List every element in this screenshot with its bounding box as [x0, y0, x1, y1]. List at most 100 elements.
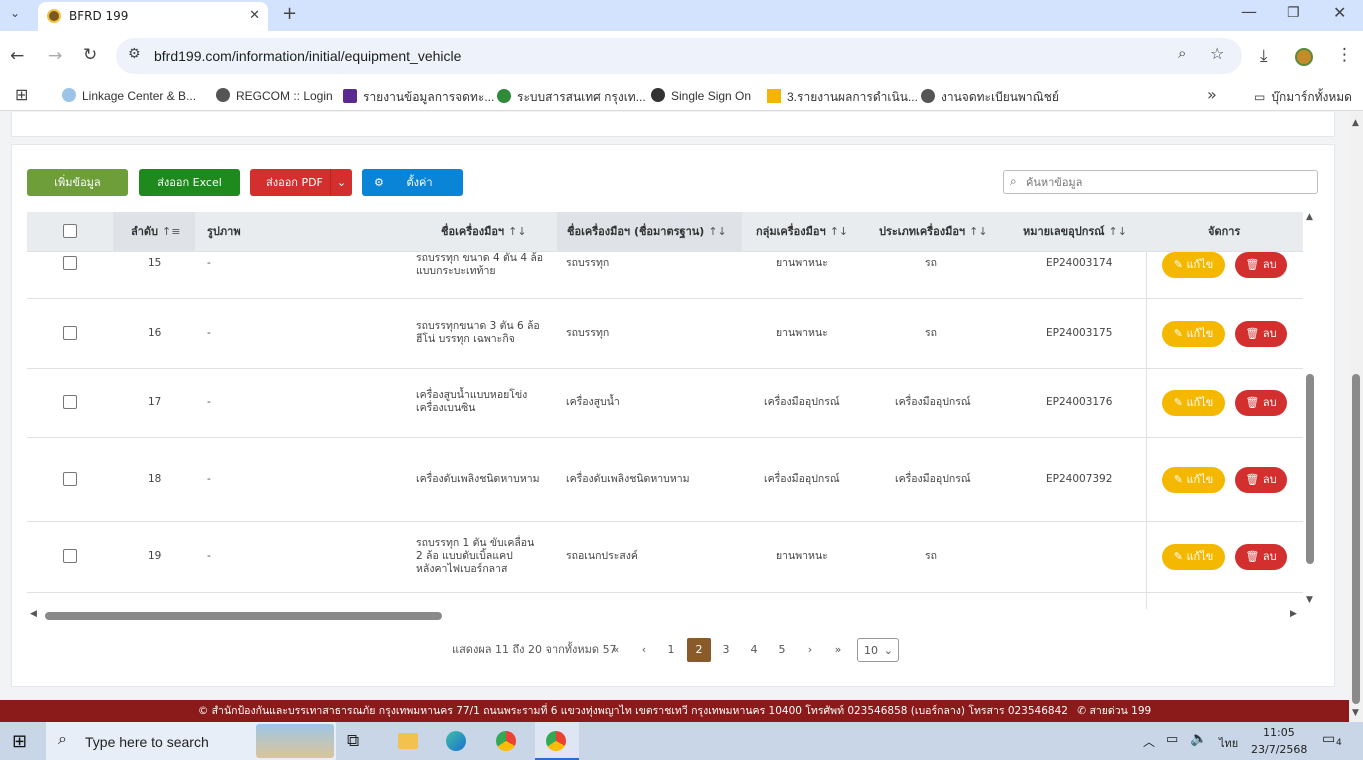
language-indicator[interactable]: ไทย — [1219, 734, 1238, 752]
table-horizontal-scroll-thumb[interactable] — [45, 612, 442, 620]
chrome-icon[interactable] — [496, 731, 516, 751]
chevron-down-icon[interactable]: ⌄ — [330, 169, 352, 196]
page-button-3[interactable]: 3 — [716, 638, 736, 662]
row-checkbox[interactable] — [63, 395, 77, 409]
network-icon[interactable]: ▭ — [1166, 732, 1178, 747]
search-box[interactable]: ⌕ — [1003, 170, 1318, 194]
bookmark-item[interactable]: Single Sign On — [651, 88, 751, 103]
search-input[interactable] — [1026, 174, 1306, 191]
delete-button[interactable]: 🗑 ลบ — [1235, 252, 1287, 278]
menu-dots-icon[interactable]: ⋮ — [1336, 47, 1353, 64]
download-icon[interactable]: ⤓ — [1260, 48, 1268, 65]
page-button-5[interactable]: 5 — [772, 638, 792, 662]
row-checkbox[interactable] — [63, 472, 77, 486]
site-footer: © สำนักป้องกันและบรรเทาสาธารณภัย กรุงเทพ… — [0, 700, 1349, 722]
file-explorer-icon[interactable] — [398, 733, 418, 749]
page-scrollbar[interactable]: ▲ ▼ — [1349, 112, 1363, 722]
taskbar-search[interactable]: ⌕ Type here to search — [46, 722, 336, 760]
export-pdf-button[interactable]: ส่งออก PDF ⌄ — [250, 169, 352, 196]
page-button-1[interactable]: 1 — [661, 638, 681, 662]
add-button[interactable]: เพิ่มข้อมูล — [27, 169, 128, 196]
scroll-up-icon[interactable]: ▲ — [1306, 212, 1313, 222]
bookmarks-bar: ⊞ Linkage Center & B... REGCOM :: Login … — [0, 81, 1363, 111]
first-page-button[interactable]: « — [606, 638, 626, 662]
prev-page-button[interactable]: ‹ — [634, 638, 654, 662]
next-page-button[interactable]: › — [800, 638, 820, 662]
more-bookmarks-icon[interactable]: » — [1207, 87, 1217, 103]
minimize-icon[interactable]: — — [1241, 4, 1257, 20]
sort-asc-icon: ↑≡ — [162, 225, 181, 238]
delete-button[interactable]: 🗑 ลบ — [1235, 467, 1287, 493]
scroll-down-icon[interactable]: ▼ — [1306, 595, 1313, 605]
cell-name: รถบรรทุกขนาด 3 ตัน 6 ล้อ ฮีโน่ บรรทุก เฉ… — [416, 320, 540, 345]
col-code[interactable]: หมายเลขอุปกรณ์ ↑↓ — [1023, 212, 1127, 252]
browser-tab[interactable]: BFRD 199 ✕ — [38, 2, 268, 31]
site-info-icon[interactable]: ⚙ — [128, 47, 141, 61]
row-checkbox[interactable] — [63, 256, 77, 270]
edit-button[interactable]: ✎ แก้ไข — [1162, 252, 1225, 278]
bookmark-item[interactable]: REGCOM :: Login — [216, 88, 333, 103]
table-vertical-scrollbar[interactable]: ▲ ▼ — [1303, 212, 1317, 609]
reload-icon[interactable]: ↻ — [83, 47, 97, 64]
col-type[interactable]: ประเภทเครื่องมือฯ ↑↓ — [879, 212, 988, 252]
bookmark-item[interactable]: งานจดทะเบียนพาณิชย์ — [921, 88, 1059, 107]
page-scroll-down-icon[interactable]: ▼ — [1352, 708, 1359, 718]
col-index[interactable]: ลำดับ ↑≡ — [113, 212, 195, 252]
chrome-active-icon[interactable] — [535, 722, 579, 760]
page-scroll-up-icon[interactable]: ▲ — [1352, 118, 1359, 128]
table-horizontal-scrollbar[interactable]: ◀ ▶ — [27, 609, 1303, 623]
page-size-select[interactable]: 10 ⌄ — [857, 638, 899, 662]
page-button-2-active[interactable]: 2 — [687, 638, 711, 662]
page-scroll-thumb[interactable] — [1352, 374, 1360, 704]
row-checkbox[interactable] — [63, 549, 77, 563]
tab-close-icon[interactable]: ✕ — [249, 8, 260, 23]
volume-icon[interactable]: 🔈 — [1190, 731, 1207, 747]
page-button-4[interactable]: 4 — [744, 638, 764, 662]
table-vertical-scroll-thumb[interactable] — [1306, 374, 1314, 564]
col-group[interactable]: กลุ่มเครื่องมือฯ ↑↓ — [756, 212, 848, 252]
clock-time[interactable]: 11:05 — [1263, 726, 1295, 739]
task-view-icon[interactable]: ⧉ — [347, 731, 359, 751]
new-tab-icon[interactable]: + — [282, 5, 297, 23]
window-close-icon[interactable]: ✕ — [1333, 5, 1346, 21]
clock-date[interactable]: 23/7/2568 — [1251, 743, 1307, 756]
col-name[interactable]: ชื่อเครื่องมือฯ ↑↓ — [441, 212, 527, 252]
profile-avatar[interactable] — [1295, 48, 1313, 66]
settings-button[interactable]: ⚙ ตั้งค่า — [362, 169, 463, 196]
all-bookmarks-folder[interactable]: ▭ บุ๊กมาร์กทั้งหมด — [1254, 88, 1352, 107]
cell-code: EP24003175 — [1046, 327, 1113, 339]
edge-icon[interactable] — [446, 731, 466, 751]
scroll-right-icon[interactable]: ▶ — [1290, 609, 1297, 619]
delete-button[interactable]: 🗑 ลบ — [1235, 390, 1287, 416]
tab-list-icon[interactable]: ⌄ — [10, 7, 20, 19]
delete-button[interactable]: 🗑 ลบ — [1235, 321, 1287, 347]
windows-start-icon[interactable]: ⊞ — [12, 731, 27, 752]
restore-icon[interactable]: ❐ — [1287, 6, 1300, 20]
chevron-up-icon[interactable]: ︿ — [1143, 733, 1155, 750]
col-std-name[interactable]: ชื่อเครื่องมือฯ (ชื่อมาตรฐาน) ↑↓ — [557, 212, 742, 252]
edit-button[interactable]: ✎ แก้ไข — [1162, 467, 1225, 493]
apps-grid-icon[interactable]: ⊞ — [15, 87, 28, 103]
bookmark-item[interactable]: รายงานข้อมูลการจดทะ... — [343, 88, 494, 107]
back-icon[interactable]: ← — [10, 48, 24, 65]
notification-icon[interactable]: ▭ — [1322, 731, 1335, 747]
delete-button[interactable]: 🗑 ลบ — [1235, 544, 1287, 570]
cell-code: EP24003176 — [1046, 396, 1113, 408]
bookmark-item[interactable]: Linkage Center & B... — [62, 88, 196, 103]
row-checkbox[interactable] — [63, 326, 77, 340]
bookmark-star-icon[interactable]: ☆ — [1210, 46, 1224, 62]
forward-icon[interactable]: → — [48, 48, 62, 65]
edit-button[interactable]: ✎ แก้ไข — [1162, 544, 1225, 570]
address-bar[interactable]: ⚙ bfrd199.com/information/initial/equipm… — [116, 38, 1242, 74]
select-all-checkbox[interactable] — [63, 224, 77, 238]
table-row: 17 - เครื่องสูบน้ำแบบหอยโข่ง เครื่องเบนซ… — [27, 369, 1303, 438]
scroll-left-icon[interactable]: ◀ — [30, 609, 37, 619]
zoom-icon[interactable]: ⌕ — [1178, 46, 1186, 61]
edit-button[interactable]: ✎ แก้ไข — [1162, 321, 1225, 347]
last-page-button[interactable]: » — [828, 638, 848, 662]
export-excel-button[interactable]: ส่งออก Excel — [139, 169, 240, 196]
table-row: 16 - รถบรรทุกขนาด 3 ตัน 6 ล้อ ฮีโน่ บรรท… — [27, 299, 1303, 369]
bookmark-item[interactable]: ระบบสารสนเทศ กรุงเท... — [497, 88, 646, 107]
bookmark-item[interactable]: 3.รายงานผลการดำเนิน... — [767, 88, 918, 107]
edit-button[interactable]: ✎ แก้ไข — [1162, 390, 1225, 416]
